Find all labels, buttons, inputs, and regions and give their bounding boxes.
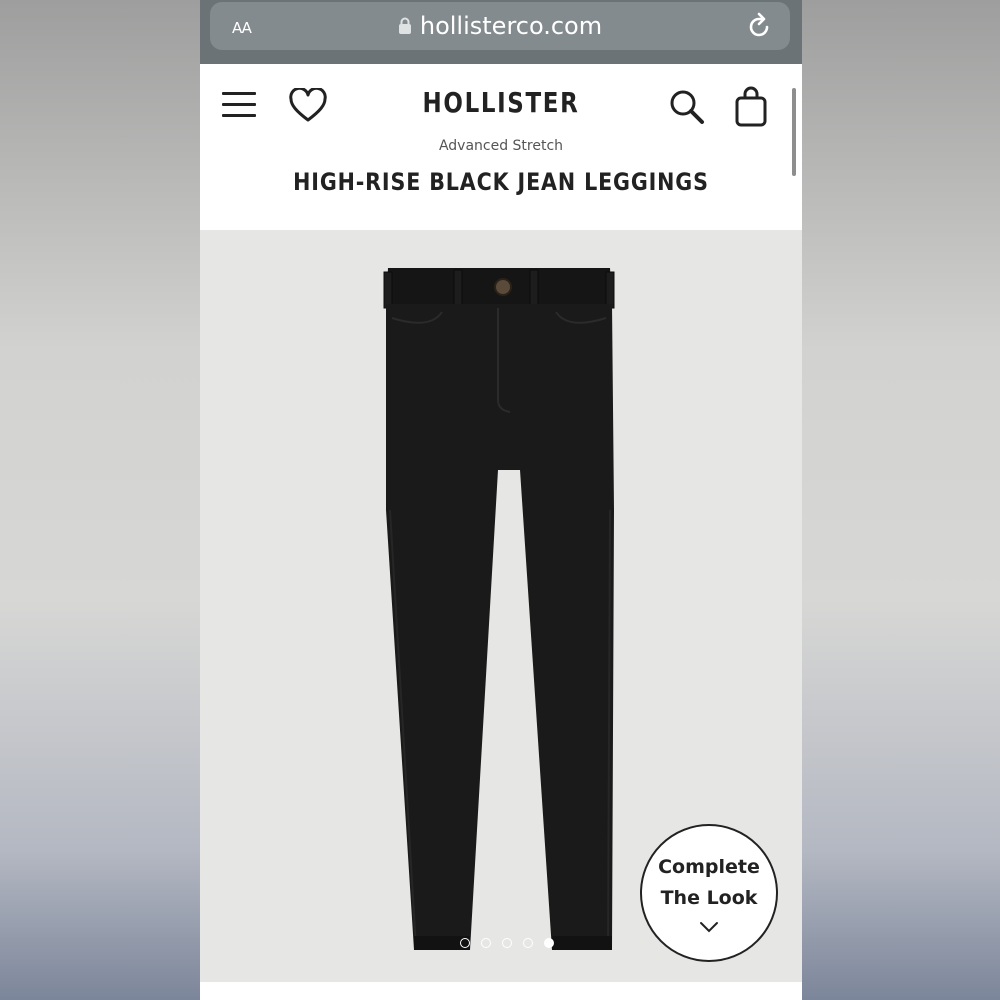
carousel-dot[interactable] bbox=[502, 938, 512, 948]
product-image[interactable] bbox=[370, 260, 630, 955]
product-image-gallery[interactable]: Complete The Look bbox=[200, 230, 802, 982]
carousel-dot[interactable] bbox=[460, 938, 470, 948]
product-subtitle: Advanced Stretch bbox=[438, 138, 564, 154]
product-title: HIGH-RISE BLACK JEAN LEGGINGS bbox=[293, 168, 709, 196]
backdrop-right bbox=[800, 0, 1000, 1000]
reload-icon[interactable] bbox=[746, 12, 772, 45]
complete-the-look-button[interactable]: Complete The Look bbox=[640, 824, 778, 962]
carousel-dot-active[interactable] bbox=[544, 938, 554, 948]
carousel-dot[interactable] bbox=[481, 938, 491, 948]
site-header: HOLLISTER Advanced Stretch HIGH-RISE BLA… bbox=[200, 64, 802, 230]
backdrop-left bbox=[0, 0, 200, 1000]
complete-look-line1: Complete bbox=[658, 856, 760, 878]
scroll-indicator bbox=[792, 88, 796, 176]
phone-screen: AA hollisterco.com HOLLISTER Advanced St… bbox=[200, 0, 802, 1000]
browser-top-bar: AA hollisterco.com bbox=[200, 0, 802, 64]
page-below-fold bbox=[200, 982, 802, 1000]
chevron-down-icon bbox=[642, 920, 776, 938]
menu-icon[interactable] bbox=[222, 92, 258, 122]
carousel-dots bbox=[460, 938, 554, 948]
carousel-dot[interactable] bbox=[523, 938, 533, 948]
complete-look-line2: The Look bbox=[660, 887, 758, 909]
url-text: hollisterco.com bbox=[419, 12, 603, 40]
bag-icon[interactable] bbox=[734, 86, 768, 133]
search-icon[interactable] bbox=[668, 88, 706, 131]
lock-icon bbox=[398, 13, 412, 41]
address-bar[interactable]: AA hollisterco.com bbox=[210, 2, 790, 50]
url-display[interactable]: hollisterco.com bbox=[210, 12, 790, 41]
